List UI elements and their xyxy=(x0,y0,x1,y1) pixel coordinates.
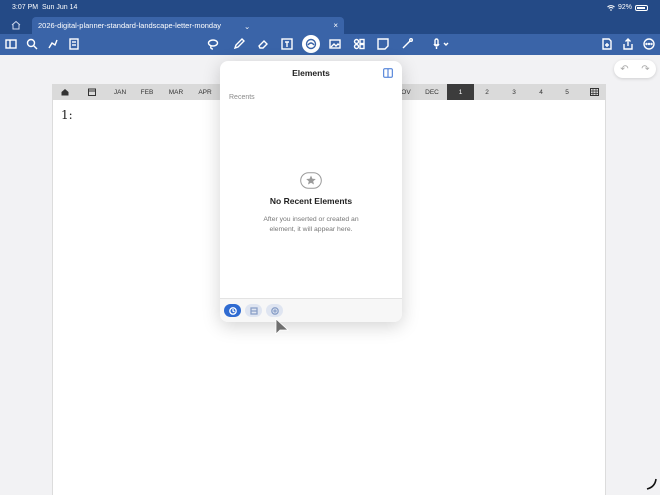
nav-month[interactable]: APR xyxy=(195,84,215,100)
image-icon[interactable] xyxy=(328,37,342,51)
nav-month[interactable]: DEC xyxy=(422,84,442,100)
calendar-icon[interactable] xyxy=(85,84,99,100)
laser-icon[interactable] xyxy=(400,37,414,51)
popover-footer xyxy=(220,298,402,322)
redo-icon[interactable]: ↷ xyxy=(641,64,649,75)
empty-state-title: No Recent Elements xyxy=(269,196,353,206)
share-icon[interactable] xyxy=(621,37,635,51)
shapes-icon[interactable] xyxy=(352,37,366,51)
close-icon[interactable]: × xyxy=(333,21,338,30)
home-icon[interactable] xyxy=(10,19,22,31)
pen-icon[interactable] xyxy=(232,37,246,51)
grid-icon[interactable] xyxy=(587,84,601,100)
undo-icon[interactable]: ↶ xyxy=(620,64,628,75)
document-tab-title: 2026-digital-planner-standard-landscape-… xyxy=(38,21,222,30)
nav-week[interactable]: 5 xyxy=(560,84,574,100)
elements-popover: Elements Recents No Recent Elements Afte… xyxy=(220,61,402,322)
wifi-icon xyxy=(607,4,615,11)
battery-icon xyxy=(635,4,648,11)
document-tab[interactable]: 2026-digital-planner-standard-landscape-… xyxy=(32,17,344,34)
status-right: 92% xyxy=(607,4,648,11)
nav-week[interactable]: 4 xyxy=(534,84,548,100)
document-icon[interactable] xyxy=(67,37,81,51)
nav-month[interactable]: MAR xyxy=(166,84,186,100)
lasso-icon[interactable] xyxy=(206,37,220,51)
status-time: 3:07 PM Sun Jun 14 xyxy=(12,4,78,11)
home-indicator-icon xyxy=(646,478,657,490)
sticky-note-icon[interactable] xyxy=(376,37,390,51)
battery-percent: 92% xyxy=(617,4,632,11)
search-icon[interactable] xyxy=(25,37,39,51)
add-element-icon[interactable] xyxy=(266,304,283,317)
layout-toggle-icon[interactable] xyxy=(383,68,393,78)
more-icon[interactable] xyxy=(642,37,656,51)
add-page-icon[interactable] xyxy=(600,37,614,51)
chevron-down-icon[interactable]: ⌄ xyxy=(244,22,250,31)
text-box-icon[interactable] xyxy=(280,37,294,51)
nav-month[interactable]: JAN xyxy=(110,84,130,100)
bookmark-share-icon[interactable] xyxy=(46,37,60,51)
planner-home-icon[interactable] xyxy=(58,84,72,100)
empty-state-description: After you inserted or created an element… xyxy=(263,216,359,233)
library-icon[interactable] xyxy=(245,304,262,317)
nav-week[interactable]: 2 xyxy=(480,84,494,100)
status-bar: 3:07 PM Sun Jun 14 92% xyxy=(0,0,660,16)
eraser-icon[interactable] xyxy=(256,37,270,51)
elements-icon[interactable] xyxy=(302,35,320,53)
star-element-icon xyxy=(300,172,322,189)
day-label: 1: xyxy=(61,108,73,122)
tab-bar: 2026-digital-planner-standard-landscape-… xyxy=(0,16,660,34)
nav-month[interactable]: FEB xyxy=(137,84,157,100)
section-recents: Recents xyxy=(229,94,255,101)
recents-clock-icon[interactable] xyxy=(224,304,241,317)
mic-icon[interactable] xyxy=(430,37,452,51)
sidebar-icon[interactable] xyxy=(4,37,18,51)
battery-fill xyxy=(637,6,646,9)
popover-title: Elements xyxy=(292,68,330,78)
pointer-cursor-icon xyxy=(275,318,289,335)
undo-redo-group: ↶ ↷ xyxy=(614,60,656,78)
toolbar xyxy=(0,34,660,55)
nav-week[interactable]: 3 xyxy=(507,84,521,100)
nav-week-selected[interactable]: 1 xyxy=(447,84,474,100)
